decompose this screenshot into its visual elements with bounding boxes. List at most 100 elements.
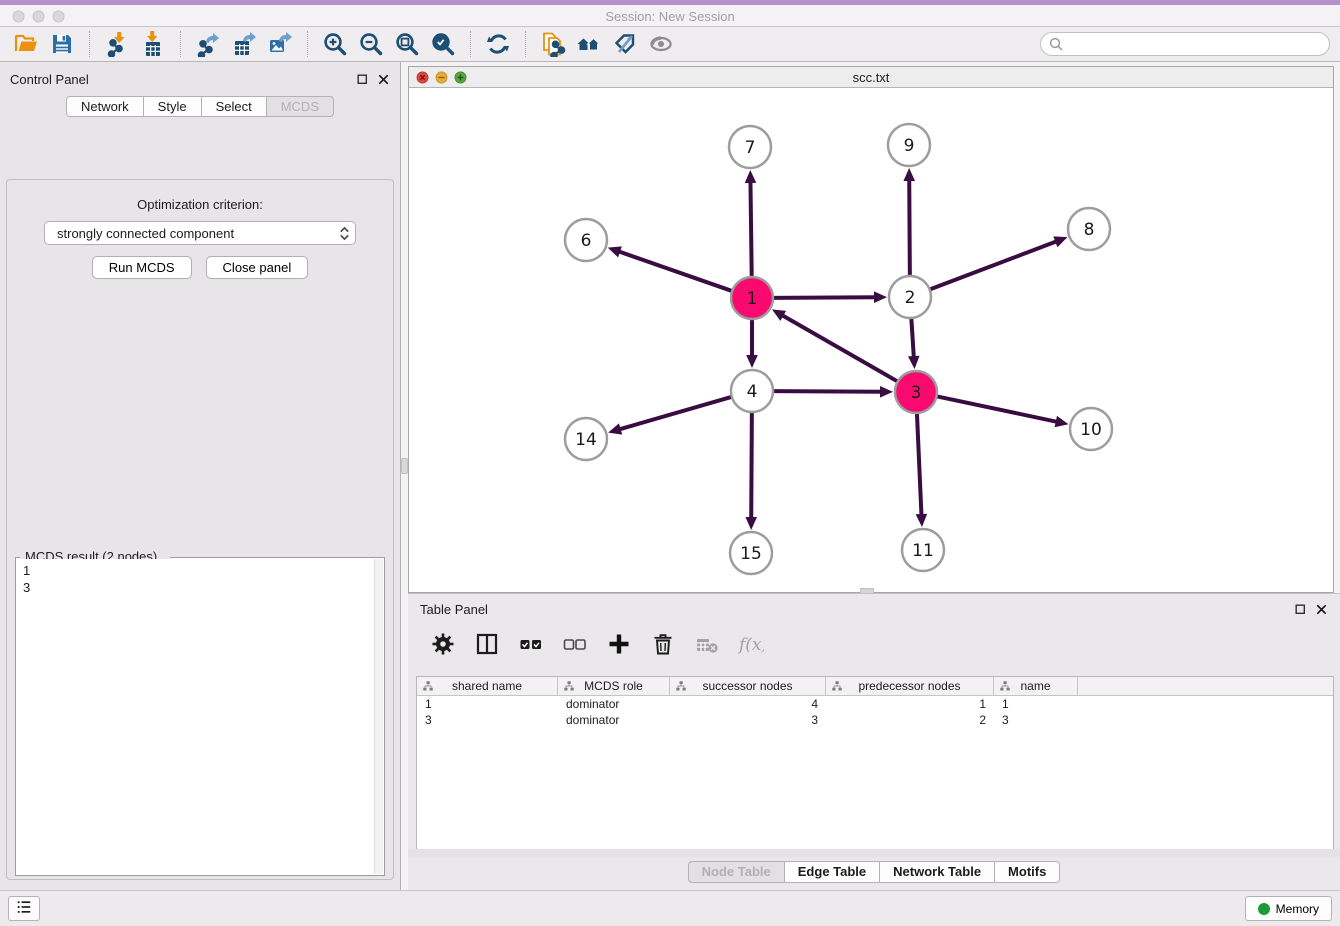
graph-edge-3-1[interactable]: [772, 309, 898, 381]
graph-node-6[interactable]: 6: [565, 219, 607, 261]
import-table-icon[interactable]: [135, 29, 171, 59]
column-header-MCDS-role[interactable]: MCDS role: [558, 677, 670, 695]
graph-edge-4-14[interactable]: [608, 397, 732, 435]
close-table-panel-icon[interactable]: [1315, 603, 1328, 616]
tab-motifs[interactable]: Motifs: [995, 861, 1060, 883]
table-cell[interactable]: 3: [994, 712, 1078, 728]
graph-edge-4-15[interactable]: [745, 412, 757, 530]
graph-node-15[interactable]: 15: [730, 532, 772, 574]
close-panel-button[interactable]: Close panel: [206, 256, 309, 279]
tab-select[interactable]: Select: [202, 96, 267, 117]
splitter-grip[interactable]: [401, 458, 408, 474]
table-panel: Table Panel f(x) shared nameMCDS rolesuc…: [408, 593, 1340, 890]
split-pane-icon[interactable]: [468, 629, 506, 659]
graph-node-1[interactable]: 1: [731, 277, 773, 319]
toolbar-separator: [307, 31, 308, 57]
task-history-button[interactable]: [8, 896, 40, 921]
delete-table-icon[interactable]: [688, 629, 726, 659]
show-graphics-icon[interactable]: [643, 29, 679, 59]
tab-node-table[interactable]: Node Table: [688, 861, 785, 883]
table-header-row: shared nameMCDS rolesuccessor nodesprede…: [417, 677, 1333, 696]
import-network-icon[interactable]: [99, 29, 135, 59]
memory-button[interactable]: Memory: [1245, 896, 1332, 921]
export-network-icon[interactable]: [190, 29, 226, 59]
network-window-titlebar[interactable]: scc.txt: [409, 67, 1333, 88]
column-header-name[interactable]: name: [994, 677, 1078, 695]
table-cell[interactable]: 3: [670, 712, 826, 728]
gear-icon[interactable]: [424, 629, 462, 659]
run-mcds-button[interactable]: Run MCDS: [92, 256, 192, 279]
panel-splitter[interactable]: [401, 62, 408, 890]
tab-style[interactable]: Style: [144, 96, 202, 117]
graph-edge-1-7[interactable]: [745, 170, 757, 277]
refresh-icon[interactable]: [480, 29, 516, 59]
graph-edge-1-6[interactable]: [608, 246, 732, 291]
graph-node-3[interactable]: 3: [895, 371, 937, 413]
table-splitter-grip[interactable]: [860, 588, 874, 594]
table-cell[interactable]: 2: [826, 712, 994, 728]
float-table-panel-icon[interactable]: [1294, 603, 1307, 616]
graph-node-14[interactable]: 14: [565, 418, 607, 460]
graph-edge-2-9[interactable]: [903, 168, 915, 276]
search-input[interactable]: [1068, 37, 1321, 52]
save-session-icon[interactable]: [44, 29, 80, 59]
zoom-selected-icon[interactable]: [425, 29, 461, 59]
search-box[interactable]: [1040, 32, 1330, 56]
select-all-icon[interactable]: [512, 629, 550, 659]
table-cell[interactable]: 1: [826, 696, 994, 712]
table-cell[interactable]: 3: [417, 712, 558, 728]
graph-edge-3-11[interactable]: [916, 413, 928, 527]
function-icon[interactable]: f(x): [732, 629, 770, 659]
graph-node-11[interactable]: 11: [902, 529, 944, 571]
zoom-in-icon[interactable]: [317, 29, 353, 59]
hide-labels-icon[interactable]: [607, 29, 643, 59]
graph-node-10[interactable]: 10: [1070, 408, 1112, 450]
table-cell[interactable]: dominator: [558, 696, 670, 712]
minimize-window-icon[interactable]: [32, 10, 45, 23]
zoom-fit-icon[interactable]: [389, 29, 425, 59]
graph-edge-4-3[interactable]: [773, 386, 893, 398]
tab-network[interactable]: Network: [66, 96, 144, 117]
table-cell[interactable]: 4: [670, 696, 826, 712]
optimization-criterion-select[interactable]: strongly connected component: [44, 221, 356, 245]
table-cell[interactable]: 1: [417, 696, 558, 712]
column-header-successor-nodes[interactable]: successor nodes: [670, 677, 826, 695]
first-neighbors-icon[interactable]: [571, 29, 607, 59]
graph-node-4[interactable]: 4: [731, 370, 773, 412]
export-image-icon[interactable]: [262, 29, 298, 59]
result-scrollbar[interactable]: [374, 559, 383, 874]
close-window-icon[interactable]: [12, 10, 25, 23]
mcds-result-list[interactable]: 13: [17, 559, 373, 874]
graph-edge-1-2[interactable]: [773, 291, 887, 303]
tab-mcds[interactable]: MCDS: [267, 96, 334, 117]
column-header-shared-name[interactable]: shared name: [417, 677, 558, 695]
tab-network-table[interactable]: Network Table: [880, 861, 995, 883]
table-cell[interactable]: 1: [994, 696, 1078, 712]
delete-icon[interactable]: [644, 629, 682, 659]
tab-edge-table[interactable]: Edge Table: [785, 861, 880, 883]
graph-node-2[interactable]: 2: [889, 276, 931, 318]
graph-node-9[interactable]: 9: [888, 124, 930, 166]
table-row[interactable]: 3dominator323: [417, 712, 1333, 728]
memory-label: Memory: [1276, 902, 1319, 916]
column-header-predecessor-nodes[interactable]: predecessor nodes: [826, 677, 994, 695]
network-graph[interactable]: 1 2 3 4 6 7 8 9 10 11 14 15: [409, 89, 1333, 592]
network-canvas[interactable]: 1 2 3 4 6 7 8 9 10 11 14 15: [409, 89, 1333, 592]
table-cell[interactable]: dominator: [558, 712, 670, 728]
graph-edge-2-8[interactable]: [930, 236, 1068, 289]
graph-edge-3-10[interactable]: [937, 396, 1069, 427]
graph-edge-1-4[interactable]: [746, 319, 758, 368]
open-session-icon[interactable]: [8, 29, 44, 59]
zoom-window-icon[interactable]: [52, 10, 65, 23]
float-panel-icon[interactable]: [356, 73, 369, 86]
export-table-icon[interactable]: [226, 29, 262, 59]
close-panel-icon[interactable]: [377, 73, 390, 86]
graph-node-8[interactable]: 8: [1068, 208, 1110, 250]
table-row[interactable]: 1dominator411: [417, 696, 1333, 712]
graph-edge-2-3[interactable]: [908, 318, 920, 369]
new-network-from-selection-icon[interactable]: [535, 29, 571, 59]
deselect-all-icon[interactable]: [556, 629, 594, 659]
add-icon[interactable]: [600, 629, 638, 659]
zoom-out-icon[interactable]: [353, 29, 389, 59]
graph-node-7[interactable]: 7: [729, 126, 771, 168]
